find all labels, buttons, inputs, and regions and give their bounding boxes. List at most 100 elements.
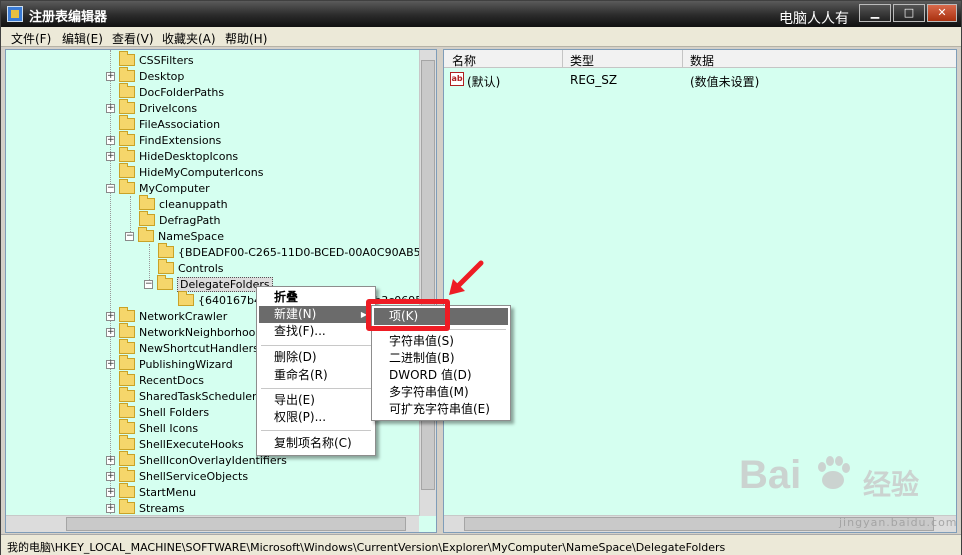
menu-edit[interactable]: 编辑(E) (62, 30, 103, 47)
tree-item[interactable]: RecentDocs (106, 371, 204, 388)
expand-icon[interactable]: + (106, 103, 115, 113)
tree-item[interactable]: Shell Folders (106, 403, 209, 420)
tree-item[interactable]: NewShortcutHandlers (106, 339, 259, 356)
tree-item[interactable]: FileAssociation (106, 115, 220, 132)
tree-item[interactable]: + StartMenu (106, 483, 196, 500)
tree-item[interactable]: DefragPath (139, 211, 221, 228)
menu-item-new[interactable]: 新建(N) ▶ (259, 306, 373, 323)
tree-item-selected[interactable]: − DelegateFolders (144, 275, 273, 292)
folder-icon (119, 419, 135, 434)
folder-open-icon (157, 275, 173, 290)
column-name-header[interactable]: 名称 (452, 52, 476, 69)
minimize-icon: ▁ (870, 6, 880, 19)
tree-item[interactable]: − MyComputer (106, 179, 210, 196)
folder-open-icon (138, 227, 154, 242)
tree-item[interactable]: + NetworkNeighborhood (106, 323, 262, 340)
maximize-icon: □ (903, 6, 915, 19)
folder-icon (119, 99, 135, 114)
tree-item[interactable]: + HideDesktopIcons (106, 147, 238, 164)
tree-item[interactable]: + Desktop (106, 67, 184, 84)
tree-vertical-scrollbar[interactable] (419, 50, 436, 516)
expand-icon[interactable]: + (106, 151, 115, 161)
menu-item-copy-key-name[interactable]: 复制项名称(C) (259, 435, 373, 452)
folder-icon (119, 115, 135, 130)
menu-file[interactable]: 文件(F) (11, 30, 51, 47)
submenu-item-binary-value[interactable]: 二进制值(B) (374, 350, 508, 367)
status-path: 我的电脑\HKEY_LOCAL_MACHINE\SOFTWARE\Microso… (7, 541, 726, 554)
baidu-logo-text: Bai (739, 453, 802, 497)
menu-item-collapse[interactable]: 折叠 (259, 289, 373, 306)
submenu-item-dword-value[interactable]: DWORD 值(D) (374, 367, 508, 384)
folder-icon (119, 371, 135, 386)
window-title: 注册表编辑器 (29, 10, 108, 25)
status-bar: 我的电脑\HKEY_LOCAL_MACHINE\SOFTWARE\Microso… (1, 534, 961, 555)
tree-item[interactable]: + NetworkCrawler (106, 307, 227, 324)
menu-item-rename[interactable]: 重命名(R) (259, 367, 373, 384)
close-icon: ✕ (937, 6, 947, 19)
expand-icon[interactable]: + (106, 471, 115, 481)
values-list-pane[interactable]: 名称 类型 数据 ab (默认) REG_SZ (数值未设置) (443, 49, 957, 533)
folder-icon (119, 323, 135, 338)
menu-bar: 文件(F) 编辑(E) 查看(V) 收藏夹(A) 帮助(H) (1, 27, 961, 47)
expand-icon[interactable]: + (106, 503, 115, 513)
expand-icon[interactable]: + (106, 487, 115, 497)
submenu-item-string-value[interactable]: 字符串值(S) (374, 333, 508, 350)
tree-item[interactable]: + DriveIcons (106, 99, 197, 116)
column-divider[interactable] (682, 50, 683, 68)
menu-favorites[interactable]: 收藏夹(A) (162, 30, 216, 47)
tree-item[interactable]: SharedTaskScheduler (106, 387, 257, 404)
maximize-button[interactable]: □ (893, 4, 925, 22)
baidu-paw-icon (818, 456, 850, 489)
tree-item[interactable]: + FindExtensions (106, 131, 221, 148)
expand-icon[interactable]: + (106, 327, 115, 337)
folder-icon (119, 51, 135, 66)
menu-view[interactable]: 查看(V) (112, 30, 154, 47)
collapse-icon[interactable]: − (144, 279, 153, 289)
minimize-button[interactable]: ▁ (859, 4, 891, 22)
tree-item[interactable]: CSSFilters (106, 51, 194, 68)
tree-item[interactable]: cleanuppath (139, 195, 228, 212)
folder-icon (119, 467, 135, 482)
expand-icon[interactable]: + (106, 359, 115, 369)
expand-icon[interactable]: + (106, 71, 115, 81)
close-button[interactable]: ✕ (927, 4, 957, 22)
tree-item[interactable]: Controls (158, 259, 224, 276)
tree-item[interactable]: − NameSpace (125, 227, 224, 244)
menu-item-export[interactable]: 导出(E) (259, 392, 373, 409)
tree-item[interactable]: + PublishingWizard (106, 355, 233, 372)
tree-horizontal-scrollbar[interactable] (6, 515, 419, 532)
list-item[interactable]: ab (默认) REG_SZ (数值未设置) (450, 72, 950, 89)
expand-icon[interactable]: + (106, 455, 115, 465)
folder-icon (119, 83, 135, 98)
expand-icon[interactable]: + (106, 135, 115, 145)
title-bar[interactable]: 注册表编辑器 电脑人人有 ▁ □ ✕ (1, 1, 961, 27)
collapse-icon[interactable]: − (125, 231, 134, 241)
menu-item-find[interactable]: 查找(F)... (259, 323, 373, 340)
folder-icon (119, 403, 135, 418)
column-divider[interactable] (562, 50, 563, 68)
annotation-arrow-icon (449, 260, 484, 295)
tree-item[interactable]: + Streams (106, 499, 185, 516)
menu-separator (261, 388, 371, 389)
tree-item[interactable]: Shell Icons (106, 419, 198, 436)
submenu-item-multi-string-value[interactable]: 多字符串值(M) (374, 384, 508, 401)
tree-item[interactable]: DocFolderPaths (106, 83, 224, 100)
menu-item-delete[interactable]: 删除(D) (259, 349, 373, 366)
tree-hscroll-thumb[interactable] (66, 517, 406, 531)
submenu-item-expandable-string-value[interactable]: 可扩充字符串值(E) (374, 401, 508, 418)
menu-help[interactable]: 帮助(H) (225, 30, 267, 47)
expand-icon[interactable]: + (106, 311, 115, 321)
folder-icon (119, 163, 135, 178)
tree-item[interactable]: ShellExecuteHooks (106, 435, 244, 452)
menu-item-permissions[interactable]: 权限(P)... (259, 409, 373, 426)
column-data-header[interactable]: 数据 (690, 52, 714, 69)
tree-item[interactable]: {BDEADF00-C265-11D0-BCED-00A0C90AB50F} (158, 243, 436, 260)
folder-icon (158, 243, 174, 258)
tree-item[interactable]: HideMyComputerIcons (106, 163, 264, 180)
tree-item[interactable]: + ShellServiceObjects (106, 467, 248, 484)
folder-icon (119, 355, 135, 370)
folder-icon (139, 195, 155, 210)
tree-vscroll-thumb[interactable] (421, 60, 435, 490)
column-type-header[interactable]: 类型 (570, 52, 594, 69)
collapse-icon[interactable]: − (106, 183, 115, 193)
